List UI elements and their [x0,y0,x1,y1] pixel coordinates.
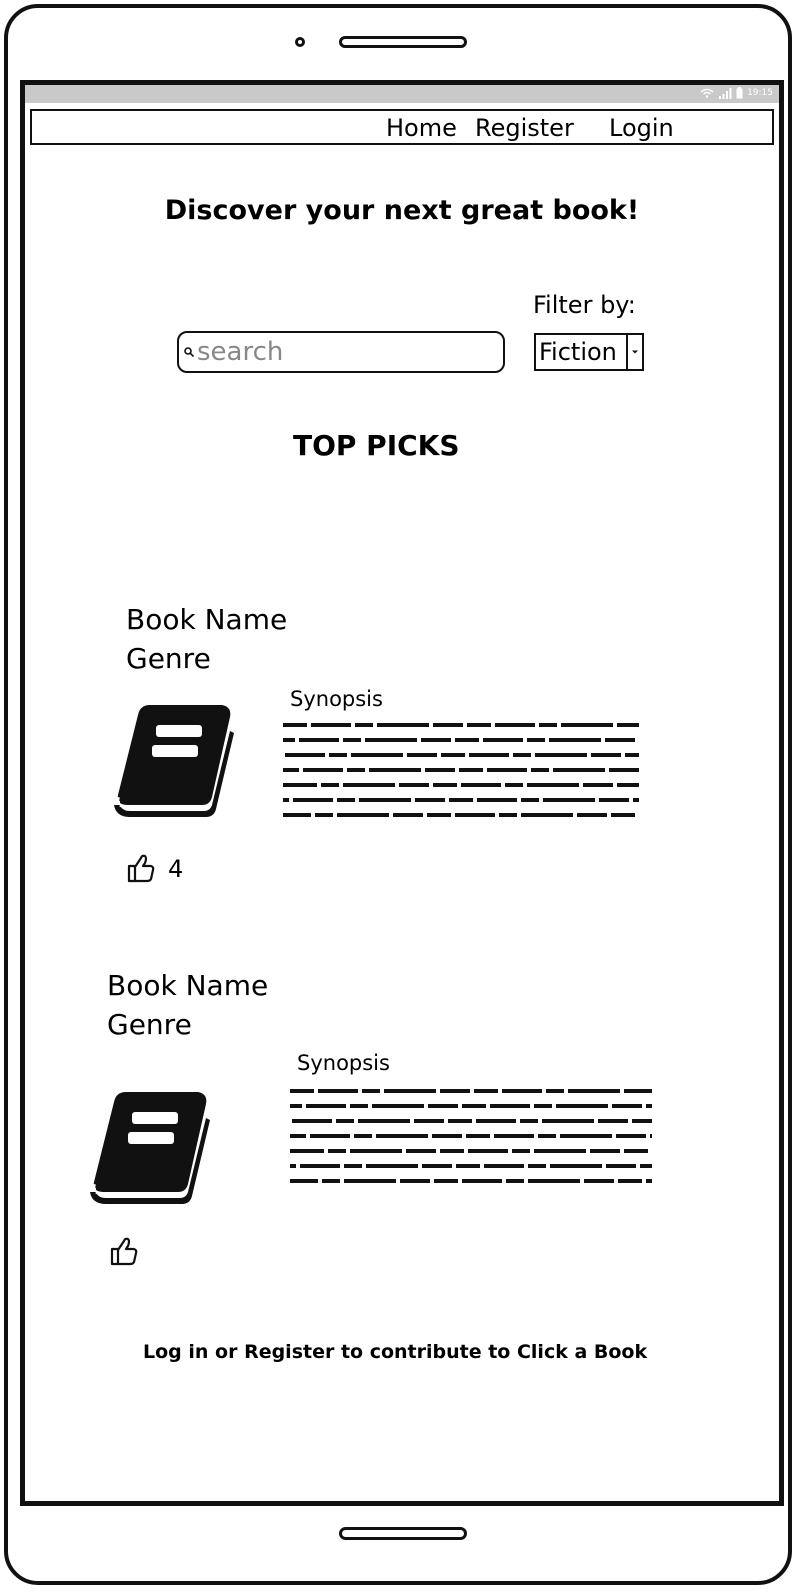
phone-frame: 19:15 Home Register Login Discover your … [4,4,792,1585]
signal-icon [719,87,732,99]
screen: 19:15 Home Register Login Discover your … [20,80,784,1506]
synopsis-text [283,723,639,817]
filter-label: Filter by: [533,291,636,319]
book-genre: Genre [107,1008,192,1041]
section-title: TOP PICKS [293,429,460,462]
search-field[interactable] [177,331,505,373]
home-button[interactable] [339,1527,467,1540]
thumbs-up-icon[interactable] [126,853,156,883]
synopsis-label: Synopsis [290,687,383,711]
synopsis-text [290,1089,652,1183]
footer-message: Log in or Register to contribute to Clic… [143,1341,648,1363]
status-bar: 19:15 [25,85,779,103]
genre-filter-select[interactable]: Fiction [534,333,644,371]
genre-filter-value: Fiction [539,338,617,366]
chevron-down-icon [632,350,638,354]
wifi-icon [700,88,714,98]
nav-home-link[interactable]: Home [386,114,457,142]
select-caret[interactable] [626,335,642,369]
book-icon [114,705,234,817]
nav-login-link[interactable]: Login [609,114,674,142]
camera [295,37,305,47]
book-icon [90,1092,210,1204]
like-count: 4 [168,855,184,883]
synopsis-label: Synopsis [297,1051,390,1075]
thumbs-up-icon[interactable] [109,1236,139,1266]
search-input[interactable] [197,337,503,367]
nav-register-link[interactable]: Register [475,114,574,142]
book-name[interactable]: Book Name [126,603,287,636]
battery-icon [736,87,743,99]
book-name[interactable]: Book Name [107,969,268,1002]
nav-bar: Home Register Login [30,109,774,145]
page-headline: Discover your next great book! [164,195,640,226]
book-genre: Genre [126,642,211,675]
speaker [339,36,467,48]
search-icon [184,347,195,358]
status-time: 19:15 [747,88,773,98]
